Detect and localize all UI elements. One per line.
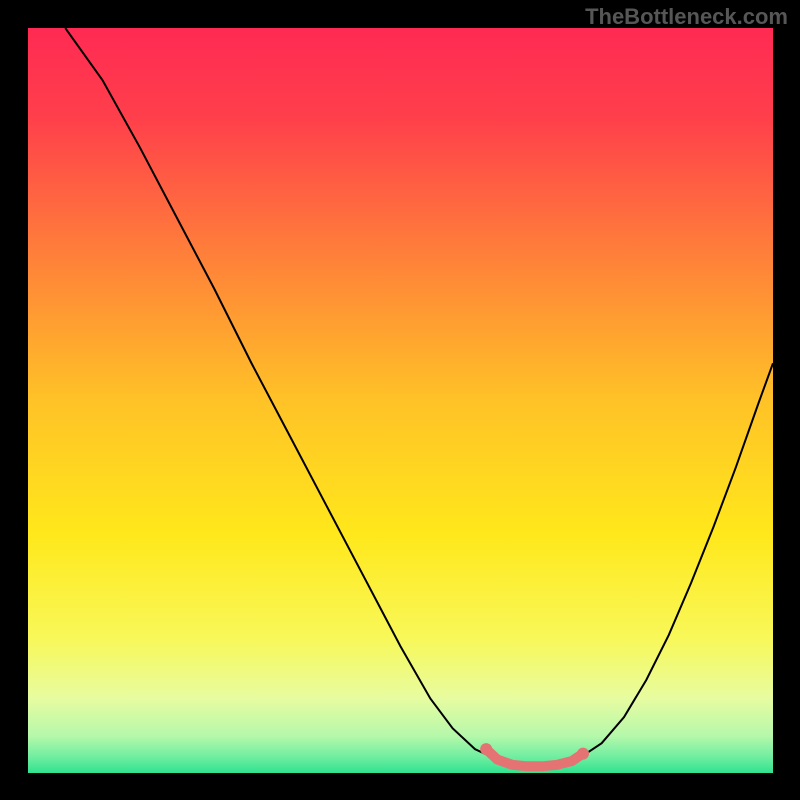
marker-dot bbox=[577, 748, 589, 760]
chart-background bbox=[28, 28, 773, 773]
watermark-text: TheBottleneck.com bbox=[585, 4, 788, 30]
bottleneck-chart bbox=[28, 28, 773, 773]
marker-dot bbox=[480, 743, 492, 755]
